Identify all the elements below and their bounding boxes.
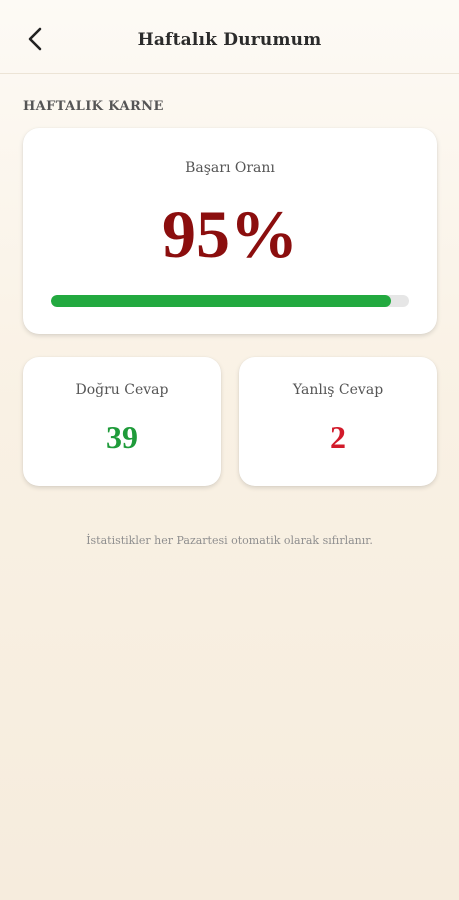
- wrong-answers-label: Yanlış Cevap: [292, 382, 384, 398]
- success-progress-fill: [51, 295, 392, 307]
- success-progress-bar: [51, 295, 409, 307]
- correct-answers-card: Doğru Cevap 39: [23, 357, 221, 486]
- section-label: HAFTALIK KARNE: [23, 99, 164, 114]
- correct-answers-label: Doğru Cevap: [75, 382, 169, 398]
- page-title: Haftalık Durumum: [137, 30, 322, 50]
- success-rate-card: Başarı Oranı 95%: [23, 128, 437, 334]
- reset-note: İstatistikler her Pazartesi otomatik ola…: [86, 534, 373, 547]
- app-header: Haftalık Durumum: [0, 0, 459, 74]
- success-rate-value: 95%: [162, 196, 298, 272]
- wrong-answers-card: Yanlış Cevap 2: [239, 357, 437, 486]
- wrong-answers-value: 2: [330, 419, 346, 455]
- correct-answers-value: 39: [106, 419, 138, 455]
- success-rate-label: Başarı Oranı: [185, 160, 275, 176]
